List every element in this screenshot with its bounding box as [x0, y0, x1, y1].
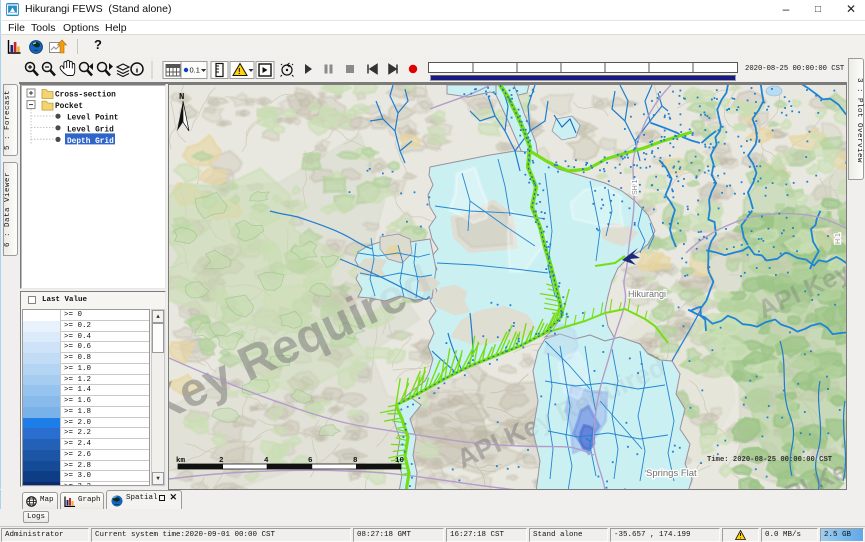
svg-text:Hikurangi: Hikurangi	[628, 289, 666, 299]
svg-text:SH 1: SH 1	[632, 179, 639, 195]
svg-text:Level Grid: Level Grid	[67, 126, 114, 134]
svg-text:Time: 2020-08-25 00:00:00 CST: Time: 2020-08-25 00:00:00 CST	[707, 456, 833, 464]
svg-text:!: !	[238, 67, 241, 76]
svg-text:0.1: 0.1	[190, 66, 200, 75]
svg-text:Pocket: Pocket	[55, 103, 83, 111]
svg-text:Level Point: Level Point	[67, 115, 118, 123]
svg-text:Springs Flat: Springs Flat	[646, 468, 697, 479]
svg-text:Cross-section: Cross-section	[55, 92, 116, 100]
svg-text:N: N	[179, 92, 184, 102]
svg-text:Depth Grid: Depth Grid	[67, 138, 114, 146]
svg-text:H 1: H 1	[835, 233, 842, 244]
